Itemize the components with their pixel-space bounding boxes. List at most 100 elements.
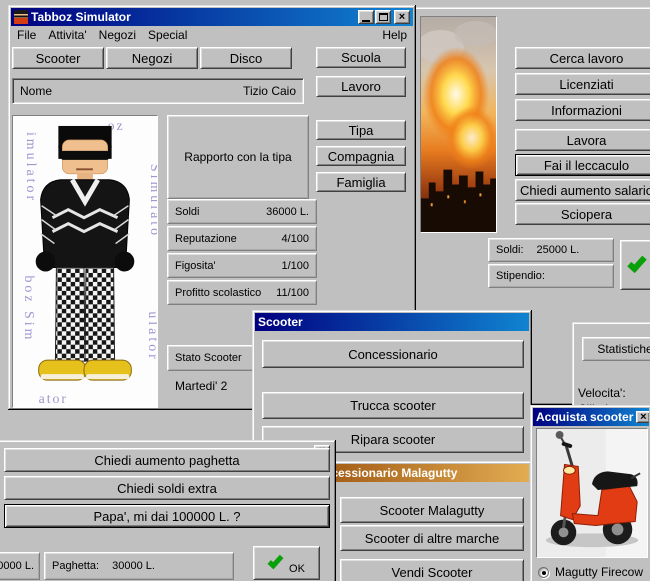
stipendio-row: Stipendio: [488,264,614,288]
paghetta-label: Paghetta: [52,560,100,572]
cerca-lavoro-button[interactable]: Cerca lavoro [515,47,650,69]
chiedi-aumento-paghetta-button[interactable]: Chiedi aumento paghetta [4,448,330,472]
window-famiglia: × Chiedi aumento paghetta Chiedi soldi e… [0,440,336,581]
button-label: Compagnia [327,148,395,164]
window-acquista: Acquista scooter × Magutty Firecow [530,405,650,581]
main-window-title: Tabboz Simulator [31,10,131,24]
disco-nav-button[interactable]: Disco [200,47,292,69]
stat-row-reputazione: Reputazione 4/100 [167,226,317,251]
button-label: Sciopera [560,206,613,222]
stat-label: Reputazione [175,232,237,245]
compagnia-button[interactable]: Compagnia [316,146,406,166]
button-label: Informazioni [551,102,622,118]
famiglia-button[interactable]: Famiglia [316,172,406,192]
trucca-scooter-button[interactable]: Trucca scooter [262,392,524,419]
stat-label: Soldi [175,205,200,218]
name-label: Nome [20,84,53,98]
minimize-icon [362,20,370,22]
menubar: File Attivita' Negozi Special Help [11,26,413,44]
maximize-button[interactable] [375,10,391,24]
lavoro-confirm-button[interactable] [620,240,650,290]
ok-label: OK [289,563,305,575]
velocita-label: Velocita': [578,386,626,400]
svg-text:imulator: imulator [23,132,38,203]
character-portrait: imulator Simulato boz Sim ulator ator oz [12,115,158,408]
button-label: Scooter Malagutty [379,502,485,518]
menu-attivita[interactable]: Attivita' [42,27,92,43]
acquista-titlebar[interactable]: Acquista scooter × [533,408,649,426]
button-label: Scuola [341,50,381,65]
lavoro-button[interactable]: Lavoro [316,76,406,97]
window-malagutty: Concessionario Malagutty Scooter Malagut… [302,461,532,581]
model-label: Magutty Firecow [555,565,644,579]
button-label: Concessionario [348,346,438,362]
svg-text:boz Sim: boz Sim [21,275,36,342]
stato-scooter-label: Stato Scooter [175,352,242,364]
scooter-image [537,429,647,557]
soldi-label: Soldi: [496,244,524,256]
scooter-titlebar[interactable]: Scooter [255,313,529,331]
stat-label: Figosita' [175,259,216,272]
paghetta-row: Paghetta: 30000 L. [44,552,234,580]
date-text: Martedi' 2 [175,379,228,393]
licenziati-button[interactable]: Licenziati [515,73,650,95]
concessionario-button[interactable]: Concessionario [262,340,524,368]
scooter-photo [536,428,648,558]
stat-value: 4/100 [281,232,309,245]
close-icon: × [640,410,647,423]
main-titlebar[interactable]: Tabboz Simulator × [11,8,413,26]
radio-button[interactable] [538,566,549,578]
button-label: Licenziati [559,76,614,92]
tipa-button[interactable]: Tipa [316,120,406,140]
name-value: Tizio Caio [243,84,296,98]
stat-row-profitto: Profitto scolastico 11/100 [167,280,317,305]
radio-dot-icon [542,570,546,575]
close-button[interactable]: × [394,10,410,24]
scuola-button[interactable]: Scuola [316,47,406,68]
stat-value: 11/100 [276,286,309,299]
button-label: Cerca lavoro [549,50,624,66]
fai-il-leccaculo-button[interactable]: Fai il leccaculo [515,154,650,176]
ok-button[interactable]: OK [253,546,320,580]
money-fragment-panel: 0000 L. [0,552,40,580]
svg-text:ulator: ulator [145,311,157,361]
scooter-altre-marche-button[interactable]: Scooter di altre marche [340,525,524,551]
menu-negozi[interactable]: Negozi [93,27,142,43]
close-icon: × [398,10,406,23]
stipendio-label: Stipendio: [496,270,545,282]
stat-row-figosita: Figosita' 1/100 [167,253,317,278]
button-label: Chiedi aumento salario [520,182,650,198]
name-field: Nome Tizio Caio [12,78,304,104]
soldi-value: 25000 L. [536,244,580,256]
sciopera-button[interactable]: Sciopera [515,203,650,225]
scooter-malagutty-button[interactable]: Scooter Malagutty [340,497,524,523]
tabboz-character-image: imulator Simulato boz Sim ulator ator oz [13,116,157,407]
informazioni-button[interactable]: Informazioni [515,99,650,121]
desktop: Cerca lavoro Licenziati Informazioni Lav… [0,0,650,581]
button-label: Negozi [131,50,173,66]
scooter-nav-button[interactable]: Scooter [12,47,104,69]
rapporto-panel: Rapporto con la tipa [167,115,309,199]
chiedi-aumento-salario-button[interactable]: Chiedi aumento salario [515,179,650,201]
button-label: Scooter [35,50,81,66]
svg-text:ator: ator [39,392,68,407]
stat-value: 1/100 [281,259,309,272]
vendi-scooter-button[interactable]: Vendi Scooter [340,559,524,581]
lavora-button[interactable]: Lavora [515,129,650,151]
chiedi-soldi-extra-button[interactable]: Chiedi soldi extra [4,476,330,500]
minimize-button[interactable] [358,10,374,24]
menu-file[interactable]: File [11,27,42,43]
negozi-nav-button[interactable]: Negozi [106,47,198,69]
menu-help[interactable]: Help [376,27,413,43]
malagutty-titlebar[interactable]: Concessionario Malagutty [305,464,529,482]
button-label: Scooter di altre marche [364,530,500,546]
button-label: Trucca scooter [350,398,436,413]
button-label: Tipa [348,122,374,138]
menu-special[interactable]: Special [142,27,193,43]
close-button[interactable]: × [636,411,649,423]
papa-100000-button[interactable]: Papa', mi dai 100000 L. ? [4,504,330,528]
button-label: Lavora [566,132,607,148]
button-label: Chiedi aumento paghetta [94,452,240,468]
svg-text:Simulato: Simulato [147,164,157,238]
button-label: Papa', mi dai 100000 L. ? [93,508,241,524]
